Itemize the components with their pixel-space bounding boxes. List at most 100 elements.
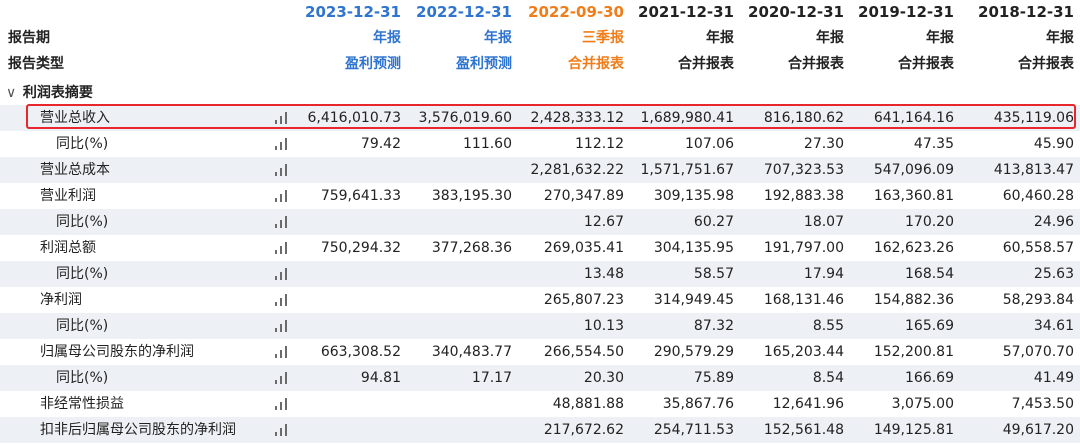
header-period-row: 报告期 年报 年报 三季报 年报 年报 年报 年报 — [0, 25, 1080, 51]
bar-chart-icon[interactable] — [274, 138, 288, 150]
table-row[interactable]: 同比(%) 94.81 17.17 20.30 75.89 8.54 166.69 41.49 — [0, 365, 1080, 391]
header-date-row: 2023-12-31 2022-12-31 2022-09-30 2021-12… — [0, 0, 1080, 25]
table-row[interactable]: 非经常性损益 48,881.88 35,867.76 12,641.96 3,075.0… — [0, 391, 1080, 417]
column-kind: 合并报表 — [898, 56, 954, 72]
bar-chart-icon[interactable] — [274, 216, 288, 228]
table-cell: 8.54 — [812, 370, 844, 386]
table-cell: 759,641.33 — [320, 188, 401, 204]
bar-chart-icon[interactable] — [274, 398, 288, 410]
bar-chart-icon[interactable] — [274, 346, 288, 358]
column-period: 年报 — [1046, 30, 1074, 46]
table-cell: 641,164.16 — [873, 110, 954, 126]
table-row[interactable]: 营业总收入 6,416,010.73 3,576,019.60 2,428,333.1… — [0, 105, 1080, 131]
table-row[interactable]: 利润总额 750,294.32 377,268.36 269,035.41 304,13… — [0, 235, 1080, 261]
table-cell: 168.54 — [905, 266, 954, 282]
table-cell: 154,882.36 — [873, 292, 954, 308]
table-row[interactable]: 同比(%) 79.42 111.60 112.12 107.06 27.30 47.35 45… — [0, 131, 1080, 157]
table-row[interactable]: 扣非后归属母公司股东的净利润 217,672.62 254,711.53 152,56… — [0, 417, 1080, 443]
table-cell: 34.61 — [1033, 318, 1074, 334]
table-row[interactable]: 同比(%) 10.13 87.32 8.55 165.69 34.61 — [0, 313, 1080, 339]
table-cell: 79.42 — [360, 136, 401, 152]
column-date[interactable]: 2022-09-30 — [518, 0, 630, 25]
row-label: 利润总额 — [40, 240, 96, 256]
table-cell: 12,641.96 — [772, 396, 844, 412]
column-date[interactable]: 2023-12-31 — [296, 0, 407, 25]
table-cell — [407, 157, 518, 183]
section-title: 利润表摘要 — [22, 85, 93, 101]
table-cell: 266,554.50 — [543, 344, 624, 360]
column-period: 年报 — [706, 30, 734, 46]
bar-chart-icon[interactable] — [274, 268, 288, 280]
table-cell — [296, 391, 407, 417]
table-cell: 58,293.84 — [1002, 292, 1074, 308]
column-period: 年报 — [816, 30, 844, 46]
column-date[interactable]: 2018-12-31 — [960, 0, 1080, 25]
table-cell: 75.89 — [693, 370, 734, 386]
table-cell: 41.49 — [1033, 370, 1074, 386]
table-cell: 10.13 — [583, 318, 624, 334]
table-cell — [407, 209, 518, 235]
table-cell: 163,360.81 — [873, 188, 954, 204]
column-kind: 合并报表 — [1018, 56, 1074, 72]
table-cell: 49,617.20 — [1002, 422, 1074, 438]
table-row[interactable]: 净利润 265,807.23 314,949.45 168,131.46 154,882… — [0, 287, 1080, 313]
table-cell: 2,428,333.12 — [530, 110, 624, 126]
table-row[interactable]: 营业总成本 2,281,632.22 1,571,751.67 707,323.53 5… — [0, 157, 1080, 183]
table-cell: 24.96 — [1033, 214, 1074, 230]
row-label: 同比(%) — [56, 266, 109, 282]
row-label: 扣非后归属母公司股东的净利润 — [40, 422, 236, 438]
column-kind: 盈利预测 — [456, 56, 512, 72]
table-cell: 270,347.89 — [543, 188, 624, 204]
table-cell: 25.63 — [1033, 266, 1074, 282]
bar-chart-icon[interactable] — [274, 372, 288, 384]
bar-chart-icon[interactable] — [274, 320, 288, 332]
column-date[interactable]: 2022-12-31 — [407, 0, 518, 25]
table-cell: 112.12 — [575, 136, 624, 152]
table-cell: 3,075.00 — [891, 396, 954, 412]
table-cell: 152,200.81 — [873, 344, 954, 360]
table-cell: 377,268.36 — [431, 240, 512, 256]
bar-chart-icon[interactable] — [274, 424, 288, 436]
table-cell: 58.57 — [693, 266, 734, 282]
row-label: 非经常性损益 — [40, 396, 124, 412]
column-kind: 合并报表 — [568, 56, 624, 72]
table-cell: 35,867.76 — [662, 396, 734, 412]
column-date[interactable]: 2021-12-31 — [630, 0, 740, 25]
table-cell — [296, 261, 407, 287]
bar-chart-icon[interactable] — [274, 112, 288, 124]
header-kind-row: 报告类型 盈利预测 盈利预测 合并报表 合并报表 合并报表 合并报表 合并报表 — [0, 51, 1080, 77]
column-date[interactable]: 2020-12-31 — [740, 0, 850, 25]
table-cell: 217,672.62 — [543, 422, 624, 438]
table-cell: 1,571,751.67 — [640, 162, 734, 178]
table-cell: 191,797.00 — [763, 240, 844, 256]
column-date[interactable]: 2019-12-31 — [850, 0, 960, 25]
table-cell — [296, 209, 407, 235]
table-cell: 107.06 — [685, 136, 734, 152]
table-cell: 314,949.45 — [653, 292, 734, 308]
bar-chart-icon[interactable] — [274, 242, 288, 254]
table-cell: 816,180.62 — [763, 110, 844, 126]
section-header[interactable]: ∨ 利润表摘要 — [0, 81, 1080, 105]
table-cell: 20.30 — [583, 370, 624, 386]
table-row[interactable]: 营业利润 759,641.33 383,195.30 270,347.89 309,13… — [0, 183, 1080, 209]
table-cell — [296, 157, 407, 183]
column-kind: 盈利预测 — [345, 56, 401, 72]
table-cell: 7,453.50 — [1011, 396, 1074, 412]
bar-chart-icon[interactable] — [274, 294, 288, 306]
table-row[interactable]: 同比(%) 12.67 60.27 18.07 170.20 24.96 — [0, 209, 1080, 235]
table-cell: 6,416,010.73 — [307, 110, 401, 126]
table-cell: 3,576,019.60 — [418, 110, 512, 126]
table-cell: 165,203.44 — [763, 344, 844, 360]
table-cell: 413,813.47 — [993, 162, 1074, 178]
row-label: 净利润 — [40, 292, 82, 308]
chevron-down-icon[interactable]: ∨ — [6, 81, 18, 105]
row-label: 营业总收入 — [40, 110, 110, 126]
bar-chart-icon[interactable] — [274, 164, 288, 176]
table-cell: 340,483.77 — [431, 344, 512, 360]
table-cell: 60,558.57 — [1002, 240, 1074, 256]
bar-chart-icon[interactable] — [274, 190, 288, 202]
table-row[interactable]: 同比(%) 13.48 58.57 17.94 168.54 25.63 — [0, 261, 1080, 287]
table-cell: 111.60 — [463, 136, 512, 152]
table-cell: 304,135.95 — [653, 240, 734, 256]
table-row[interactable]: 归属母公司股东的净利润 663,308.52 340,483.77 266,554.5… — [0, 339, 1080, 365]
